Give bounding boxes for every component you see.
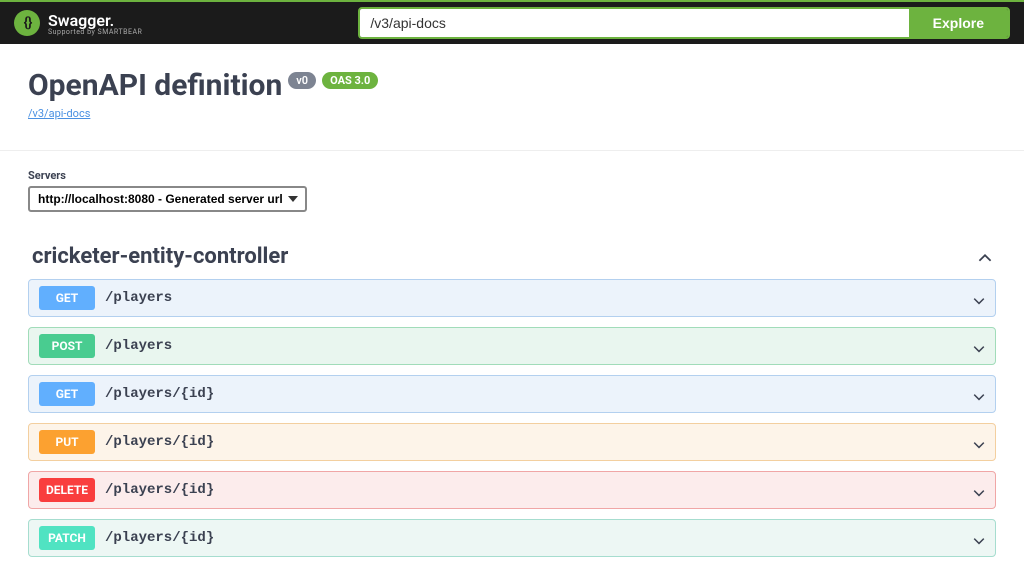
chevron-down-icon <box>973 388 985 400</box>
url-input-group: Explore <box>358 7 1010 39</box>
servers-label: Servers <box>28 169 996 182</box>
opblock-put-players-id[interactable]: PUT /players/{id} <box>28 423 996 461</box>
chevron-up-icon <box>978 250 992 264</box>
method-badge-patch: PATCH <box>39 526 95 550</box>
api-header: OpenAPI definition v0 OAS 3.0 /v3/api-do… <box>0 44 1024 151</box>
opblock-get-players[interactable]: GET /players <box>28 279 996 317</box>
method-badge-get: GET <box>39 286 95 310</box>
method-badge-get: GET <box>39 382 95 406</box>
brand-subtext: Supported by SMARTBEAR <box>48 28 142 36</box>
method-badge-post: POST <box>39 334 95 358</box>
explore-button[interactable]: Explore <box>909 9 1008 37</box>
topbar: { } Swagger. Supported by SMARTBEAR Expl… <box>0 0 1024 44</box>
opblock-post-players[interactable]: POST /players <box>28 327 996 365</box>
brand-text: Swagger. <box>48 11 114 30</box>
op-path: /players/{id} <box>105 482 973 498</box>
tag-header[interactable]: cricketer-entity-controller <box>28 234 996 279</box>
opblock-get-players-id[interactable]: GET /players/{id} <box>28 375 996 413</box>
oas-badge: OAS 3.0 <box>322 72 378 89</box>
chevron-down-icon <box>973 484 985 496</box>
chevron-down-icon <box>973 292 985 304</box>
brand: { } Swagger. Supported by SMARTBEAR <box>14 10 142 36</box>
spec-link[interactable]: /v3/api-docs <box>28 107 996 120</box>
api-title: OpenAPI definition <box>28 68 282 103</box>
tag-name: cricketer-entity-controller <box>32 244 288 269</box>
opblock-delete-players-id[interactable]: DELETE /players/{id} <box>28 471 996 509</box>
op-path: /players <box>105 290 973 306</box>
tag-section: cricketer-entity-controller GET /players… <box>0 224 1024 587</box>
op-path: /players/{id} <box>105 386 973 402</box>
op-path: /players/{id} <box>105 530 973 546</box>
op-path: /players <box>105 338 973 354</box>
servers-section: Servers http://localhost:8080 - Generate… <box>0 151 1024 224</box>
chevron-down-icon <box>973 532 985 544</box>
chevron-down-icon <box>973 436 985 448</box>
chevron-down-icon <box>973 340 985 352</box>
method-badge-put: PUT <box>39 430 95 454</box>
opblock-patch-players-id[interactable]: PATCH /players/{id} <box>28 519 996 557</box>
servers-select[interactable]: http://localhost:8080 - Generated server… <box>28 186 307 212</box>
swagger-logo-icon: { } <box>14 10 40 36</box>
spec-url-input[interactable] <box>360 9 908 37</box>
method-badge-delete: DELETE <box>39 478 95 502</box>
op-path: /players/{id} <box>105 434 973 450</box>
version-badge: v0 <box>288 72 316 89</box>
